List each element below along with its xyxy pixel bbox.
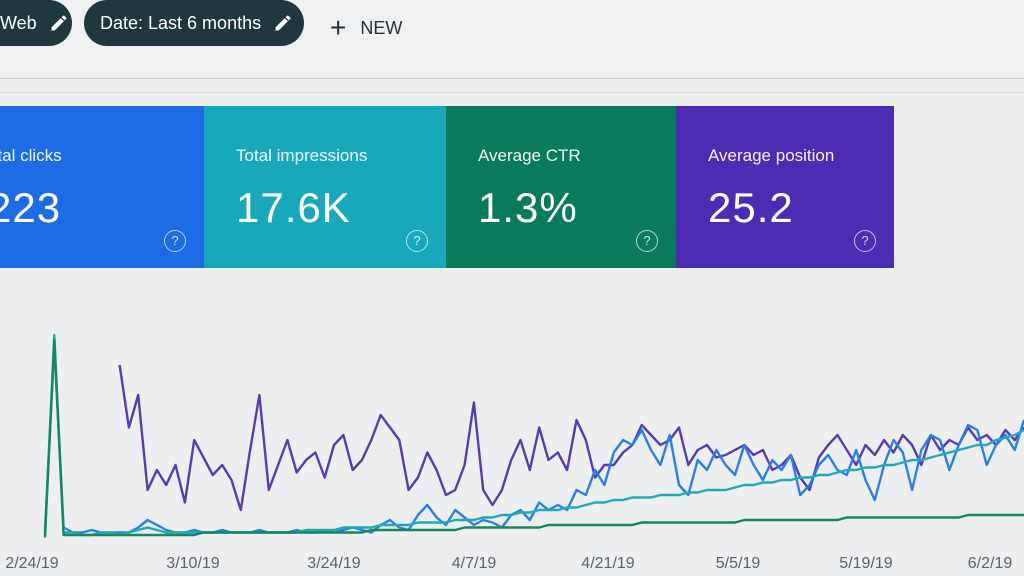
search-type-chip[interactable]: Web — [0, 0, 72, 46]
metric-label: Average position — [708, 146, 835, 165]
metric-value: 1.3% — [478, 184, 578, 231]
search-type-chip-label: Web — [0, 12, 37, 33]
divider — [0, 78, 1024, 79]
x-tick-label: 3/24/19 — [307, 555, 360, 572]
performance-chart[interactable]: 2/24/19 3/10/19 3/24/19 4/7/19 4/21/19 5/5/19… — [0, 270, 1024, 576]
question-circle-icon[interactable]: ? — [164, 230, 186, 252]
metric-label: Average CTR — [478, 146, 581, 165]
metric-card-total-impressions[interactable]: Total impressions 17.6K ? — [204, 106, 446, 268]
question-circle-icon[interactable]: ? — [406, 230, 428, 252]
series-line-0 — [118, 364, 1024, 512]
date-range-chip[interactable]: Date: Last 6 months — [84, 0, 304, 46]
x-tick-label: 4/7/19 — [452, 555, 497, 572]
date-range-chip-label: Date: Last 6 months — [100, 12, 262, 33]
question-circle-icon[interactable]: ? — [636, 230, 658, 252]
series-line-2 — [43, 333, 1024, 537]
metric-value: 25.2 — [708, 184, 794, 231]
x-tick-label: 2/24/19 — [5, 555, 58, 572]
metric-card-total-clicks[interactable]: otal clicks 223 ? — [0, 106, 204, 268]
performance-chart-svg[interactable]: 2/24/19 3/10/19 3/24/19 4/7/19 4/21/19 5/5/19… — [0, 270, 1024, 576]
series-line-3 — [43, 338, 1024, 538]
divider — [0, 92, 1024, 93]
x-tick-label: 6/2/19 — [968, 555, 1013, 572]
metric-card-average-ctr[interactable]: Average CTR 1.3% ? — [446, 106, 676, 268]
metric-value: 223 — [0, 184, 62, 231]
plus-icon: + — [330, 12, 347, 43]
x-tick-label: 3/10/19 — [166, 555, 219, 572]
x-tick-label: 5/5/19 — [716, 555, 761, 572]
pencil-icon[interactable] — [49, 13, 69, 33]
metric-card-average-position[interactable]: Average position 25.2 ? — [676, 106, 894, 268]
new-filter-button[interactable]: + NEW — [330, 14, 402, 42]
metric-label: otal clicks — [0, 146, 62, 165]
metric-value: 17.6K — [236, 184, 351, 231]
question-circle-icon[interactable]: ? — [854, 230, 876, 252]
metric-label: Total impressions — [236, 146, 368, 165]
new-filter-label: NEW — [360, 17, 403, 38]
x-tick-label: 5/19/19 — [839, 555, 892, 572]
filter-bar: Web Date: Last 6 months + NEW — [0, 0, 1024, 72]
x-tick-label: 4/21/19 — [581, 555, 634, 572]
series-line-1 — [43, 343, 1024, 534]
pencil-icon[interactable] — [273, 13, 293, 33]
